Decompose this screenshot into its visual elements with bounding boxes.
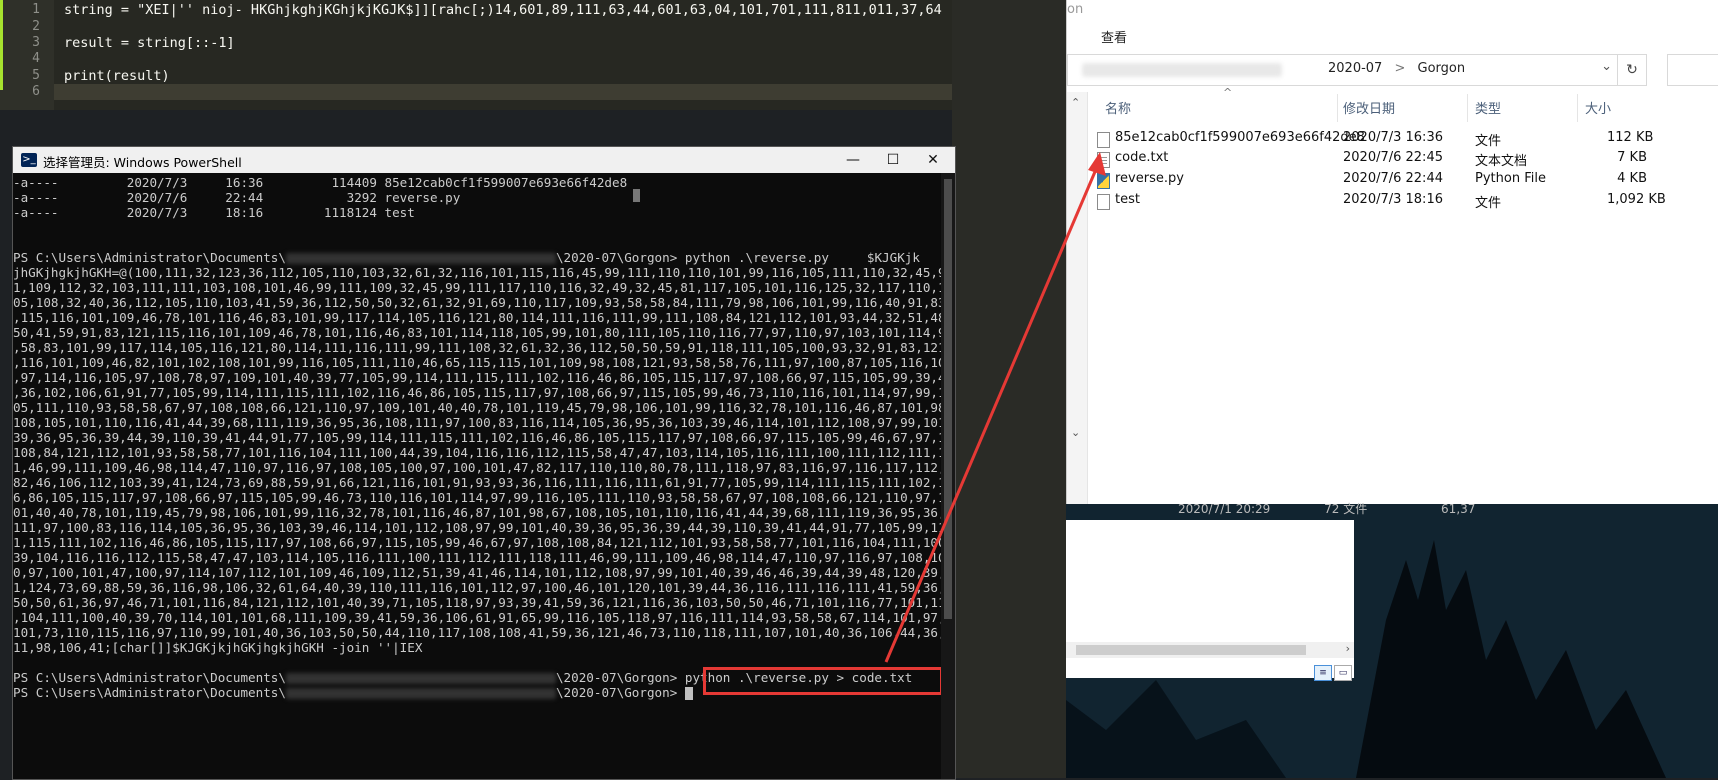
window-title: 选择管理员: Windows PowerShell [43,155,242,170]
output-line: 05,108,32,40,36,112,105,110,103,41,59,36… [13,295,941,310]
title-bar[interactable]: >_ 选择管理员: Windows PowerShell — ☐ ✕ [13,147,955,173]
refresh-icon: ↻ [1626,62,1638,78]
background-window-row: 2020/7/1 20:29 72 文件 61,37 [1178,502,1476,516]
horizontal-scrollbar[interactable]: › [1066,642,1354,658]
dir-listing-line: -a---- 2020/7/3 16:36 114409 85e12cab0cf… [13,175,628,190]
file-icon [1097,132,1110,148]
line-number: 4 [32,51,40,66]
output-line: 82,46,106,112,103,39,41,124,73,69,88,59,… [13,475,941,490]
sort-caret-icon: ^ [1223,86,1233,99]
background-window [952,0,1066,778]
output-line: 108,105,101,110,116,41,44,39,68,111,119,… [13,415,941,430]
dir-listing-line: -a---- 2020/7/3 18:16 1118124 test [13,205,415,220]
scrollbar-thumb[interactable] [944,179,952,619]
maximize-button[interactable]: ☐ [873,149,913,171]
close-button[interactable]: ✕ [913,149,953,171]
file-explorer-window: on 查看 2020-07 > Gorgon ⌄ ↻ ⌃ ⌄ ^ 名称 修改日期… [1066,0,1718,504]
breadcrumb-item[interactable]: Gorgon [1418,61,1466,76]
code-line-6-active[interactable] [54,84,952,100]
vertical-scrollbar[interactable] [941,173,955,779]
file-row[interactable]: code.txt 2020/7/6 22:45 文本文档 7 KB [1097,150,1717,170]
chevron-down-icon[interactable]: ⌄ [1601,59,1612,74]
column-header-type[interactable]: 类型 [1475,98,1501,117]
output-line: 50,41,59,91,83,121,115,116,101,109,46,78… [13,325,941,340]
code-line-3[interactable]: result = string[::-1] [64,35,235,51]
output-line: ,104,111,100,40,39,70,114,101,101,68,111… [13,610,941,625]
redacted-path [285,253,556,264]
prompt-line: PS C:\Users\Administrator\Documents\ \202… [13,250,920,265]
text-cursor [684,687,693,700]
output-line: ,58,83,101,99,117,114,105,116,121,80,114… [13,340,941,355]
line-number: 6 [32,84,40,99]
redacted-path [1082,63,1282,77]
background-window-pane: › ≡ ▭ [1066,520,1354,681]
menu-view[interactable]: 查看 [1101,27,1127,46]
output-line: jhGKjhgkjhGKH=@(100,111,32,123,36,112,10… [13,265,941,280]
powershell-window: >_ 选择管理员: Windows PowerShell — ☐ ✕ -a---… [12,146,956,780]
line-number: 5 [32,68,40,83]
view-toggle: ≡ ▭ [1312,660,1352,681]
output-line: 108,84,121,112,101,93,58,58,77,101,116,1… [13,445,941,460]
minimize-button[interactable]: — [833,149,873,171]
column-header-name[interactable]: 名称 [1105,98,1131,117]
output-line: 05,111,110,93,58,58,67,97,108,108,66,121… [13,400,941,415]
prompt-line: PS C:\Users\Administrator\Documents\ \202… [13,685,693,700]
clipped-title-text: on [1067,2,1084,17]
line-number: 3 [32,35,40,50]
output-line: 101,73,110,115,116,97,110,99,101,40,36,1… [13,625,941,640]
file-icon [1097,194,1110,210]
output-line: ,36,102,106,61,91,77,105,99,114,111,115,… [13,385,941,400]
refresh-button[interactable]: ↻ [1617,54,1647,86]
redacted-path [285,673,556,684]
line-number: 1 [32,2,40,17]
file-row[interactable]: 85e12cab0cf1f599007e693e66f42de8 2020/7/… [1097,130,1717,150]
navigation-pane[interactable]: ⌃ ⌄ [1067,92,1088,504]
code-line-1[interactable]: string = "XEI|'' nioj- HKGhjkghjKGhjkjKG… [64,2,942,18]
scroll-down-icon[interactable]: ⌄ [1071,426,1080,439]
file-row[interactable]: test 2020/7/3 18:16 文件 1,092 KB [1097,192,1717,212]
output-line: 1,115,111,102,116,46,86,105,115,117,97,1… [13,535,941,550]
code-editor[interactable]: 1 2 3 4 5 6 string = "XEI|'' nioj- HKGhj… [0,0,952,110]
output-line: 1,109,112,32,103,111,111,103,108,101,46,… [13,280,941,295]
text-file-icon [1097,152,1110,168]
output-line: 111,97,100,83,116,114,105,36,95,36,103,3… [13,520,941,535]
breadcrumb-separator: > [1394,61,1406,76]
file-row[interactable]: reverse.py 2020/7/6 22:44 Python File 4 … [1097,171,1717,191]
scrollbar-thumb[interactable] [1076,645,1306,655]
output-line: 0,97,100,101,47,100,97,114,107,112,101,1… [13,565,941,580]
output-line: ,97,114,116,105,97,108,78,97,109,101,40,… [13,370,941,385]
column-header-size[interactable]: 大小 [1585,98,1611,117]
details-view-icon[interactable]: ≡ [1314,665,1332,681]
output-line: 39,104,116,116,112,115,58,47,47,103,114,… [13,550,941,565]
output-line: 1,46,99,111,109,46,98,114,47,110,97,116,… [13,460,941,475]
dir-listing-line: -a---- 2020/7/6 22:44 3292 reverse.py [13,190,461,205]
output-line: 01,40,40,78,101,119,45,79,98,106,101,99,… [13,505,941,520]
breadcrumb-item[interactable]: 2020-07 [1328,61,1382,76]
search-input[interactable] [1667,54,1718,86]
line-number: 2 [32,19,40,34]
output-line: ,116,101,109,46,82,101,102,108,101,99,11… [13,355,941,370]
output-line: 6,86,105,115,117,97,108,66,97,115,105,99… [13,490,941,505]
console-output[interactable]: -a---- 2020/7/3 16:36 114409 85e12cab0cf… [13,173,941,779]
output-line: ,115,116,101,109,46,78,101,116,46,83,101… [13,310,941,325]
output-line: 11,98,106,41;[char[]]$KJGKjkjhGKjhgkjhGK… [13,640,423,655]
redacted-path [285,688,556,699]
code-line-5[interactable]: print(result) [64,68,170,84]
text-cursor-block [633,189,640,202]
output-line: 50,50,61,36,97,46,71,101,116,84,121,112,… [13,595,941,610]
address-bar[interactable]: 2020-07 > Gorgon ⌄ [1067,54,1619,86]
large-icons-view-icon[interactable]: ▭ [1334,665,1352,681]
powershell-icon: >_ [21,153,37,167]
output-line: 1,124,73,69,88,59,36,116,98,106,32,61,64… [13,580,941,595]
highlight-box [703,667,941,695]
breadcrumb: 2020-07 > Gorgon [1328,61,1465,76]
chevron-right-icon[interactable]: › [1346,642,1350,655]
column-header-date[interactable]: 修改日期 [1343,98,1395,117]
scroll-up-icon[interactable]: ⌃ [1071,96,1080,109]
output-line: 39,36,95,36,39,44,39,110,39,41,44,91,77,… [13,430,941,445]
python-file-icon [1097,173,1110,189]
